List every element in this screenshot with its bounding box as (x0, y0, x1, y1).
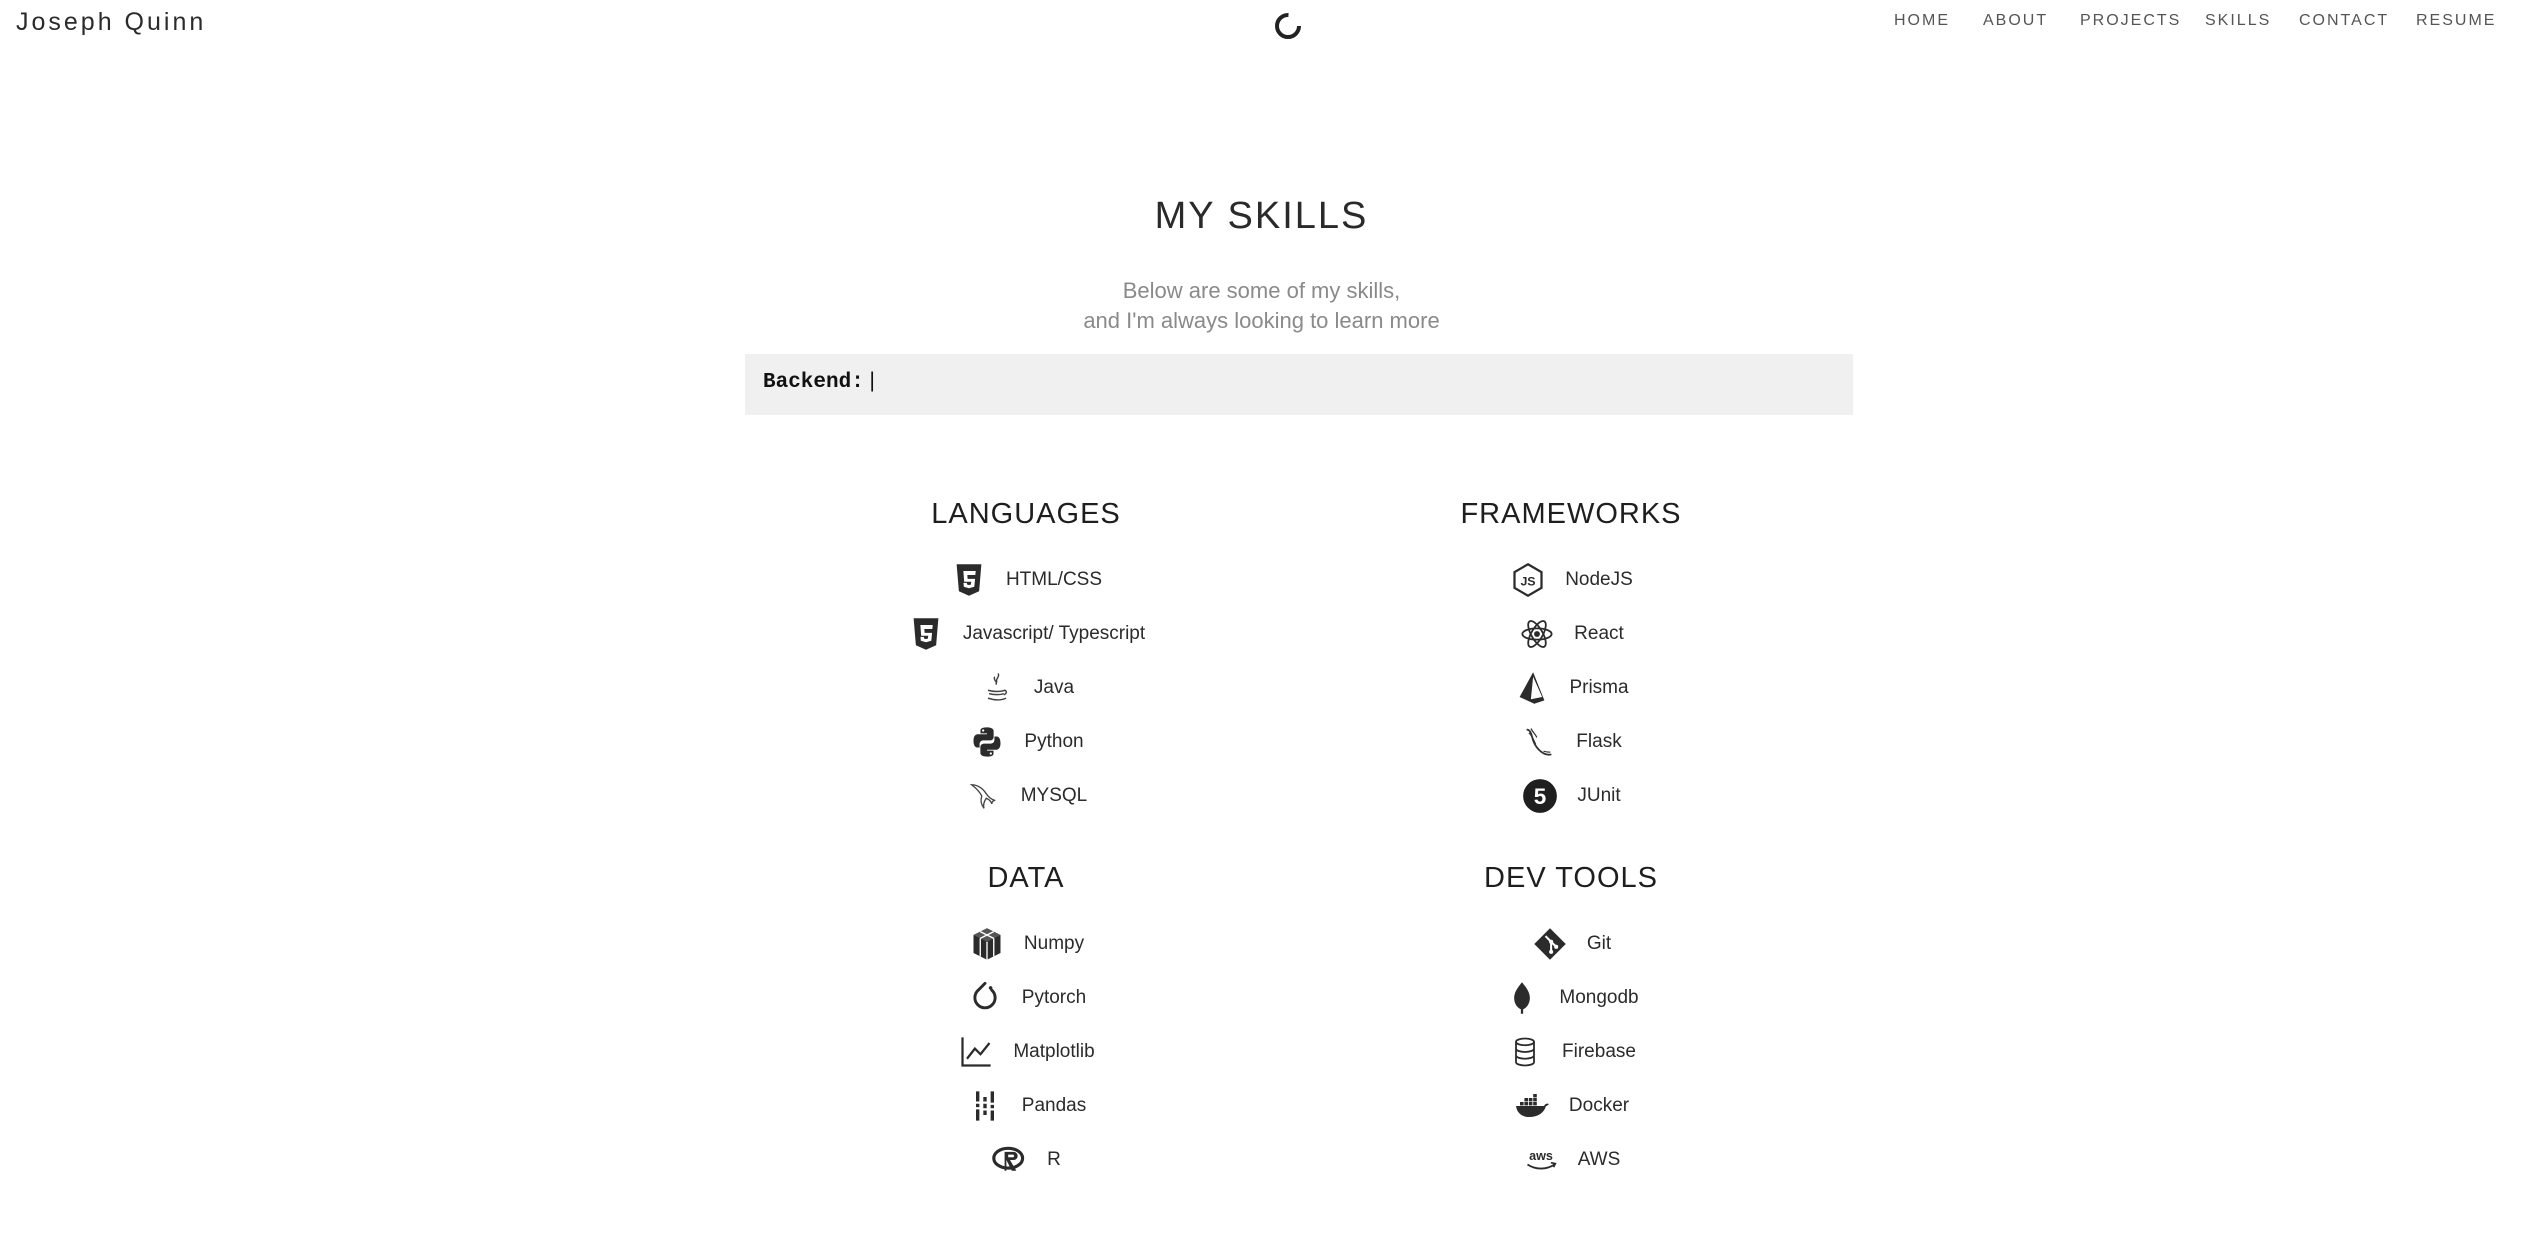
top-navbar: Joseph Quinn HOME ABOUT PROJECTS SKILLS … (0, 0, 2523, 46)
html5-icon (950, 561, 988, 599)
chart-line-icon (957, 1033, 995, 1071)
typewriter-caret: | (865, 371, 879, 394)
firebase-icon (1506, 1033, 1544, 1071)
skill-label: Flask (1576, 731, 1622, 752)
mongodb-icon (1503, 979, 1541, 1017)
skill-label: Pandas (1021, 1095, 1087, 1116)
skill-label: Matplotlib (1013, 1041, 1095, 1062)
skill-label: Mongodb (1559, 987, 1639, 1008)
numpy-icon (968, 925, 1006, 963)
skill-item: Prisma (1221, 661, 1921, 715)
subtitle-line-1: Below are some of my skills, (1122, 278, 1401, 303)
nav-contact[interactable]: CONTACT (2299, 12, 2389, 30)
devtools-title: DEV TOOLS (1484, 862, 1658, 894)
html5-icon (907, 615, 945, 653)
page-subtitle: Below are some of my skills, and I'm alw… (0, 276, 2523, 336)
skill-item: Flask (1221, 715, 1921, 769)
typewriter-text: Backend: (763, 371, 864, 394)
react-icon (1518, 615, 1556, 653)
pandas-icon (966, 1087, 1004, 1125)
brand-name[interactable]: Joseph Quinn (16, 8, 206, 37)
skill-label: Docker (1568, 1095, 1630, 1116)
skill-item: Docker (1221, 1079, 1921, 1133)
skill-label: JUnit (1577, 785, 1621, 806)
skill-label: AWS (1577, 1149, 1621, 1170)
pytorch-icon (966, 979, 1004, 1017)
skill-item: Mongodb (1221, 971, 1921, 1025)
skill-label: Firebase (1562, 1041, 1636, 1062)
skill-label: NodeJS (1565, 569, 1633, 590)
frameworks-title: FRAMEWORKS (1460, 498, 1682, 530)
frameworks-section: FRAMEWORKS NodeJS React Prisma Flask JUnit (1221, 494, 1921, 823)
skill-label: Git (1586, 933, 1612, 954)
nav-about[interactable]: ABOUT (1983, 12, 2048, 30)
git-icon (1531, 925, 1569, 963)
flask-icon (1520, 723, 1558, 761)
r-icon (991, 1141, 1029, 1179)
skill-label: HTML/CSS (1005, 569, 1103, 590)
skill-label: R (1047, 1149, 1061, 1170)
devtools-section: DEV TOOLS Git Mongodb Firebase Docker AWS (1221, 858, 1921, 1187)
typewriter-box: Backend:| (745, 354, 1853, 415)
skill-item: AWS (1221, 1133, 1921, 1187)
skill-item: JUnit (1221, 769, 1921, 823)
skill-item: NodeJS (1221, 553, 1921, 607)
skill-label: Prisma (1569, 677, 1629, 698)
nav-home[interactable]: HOME (1894, 12, 1950, 30)
junit-icon (1521, 777, 1559, 815)
skill-label: Pytorch (1021, 987, 1087, 1008)
skill-label: Python (1024, 731, 1084, 752)
nav-projects[interactable]: PROJECTS (2080, 12, 2181, 30)
nav-resume[interactable]: RESUME (2416, 12, 2496, 30)
skill-label: Java (1033, 677, 1075, 698)
prisma-icon (1513, 669, 1551, 707)
nav-skills[interactable]: SKILLS (2205, 12, 2271, 30)
subtitle-line-2: and I'm always looking to learn more (1083, 308, 1440, 333)
page-title: MY SKILLS (1154, 195, 1369, 237)
mysql-icon (965, 777, 1003, 815)
skill-label: MYSQL (1020, 785, 1088, 806)
docker-icon (1513, 1087, 1551, 1125)
python-icon (968, 723, 1006, 761)
skill-label: Numpy (1023, 933, 1085, 954)
skill-item: Firebase (1221, 1025, 1921, 1079)
aws-icon (1522, 1141, 1560, 1179)
skill-label: React (1574, 623, 1624, 644)
logo-ring-icon[interactable] (1272, 10, 1304, 42)
nodejs-icon (1509, 561, 1547, 599)
skill-item: React (1221, 607, 1921, 661)
java-icon (978, 669, 1016, 707)
skill-item: Git (1221, 917, 1921, 971)
skill-label: Javascript/ Typescript (962, 623, 1146, 644)
